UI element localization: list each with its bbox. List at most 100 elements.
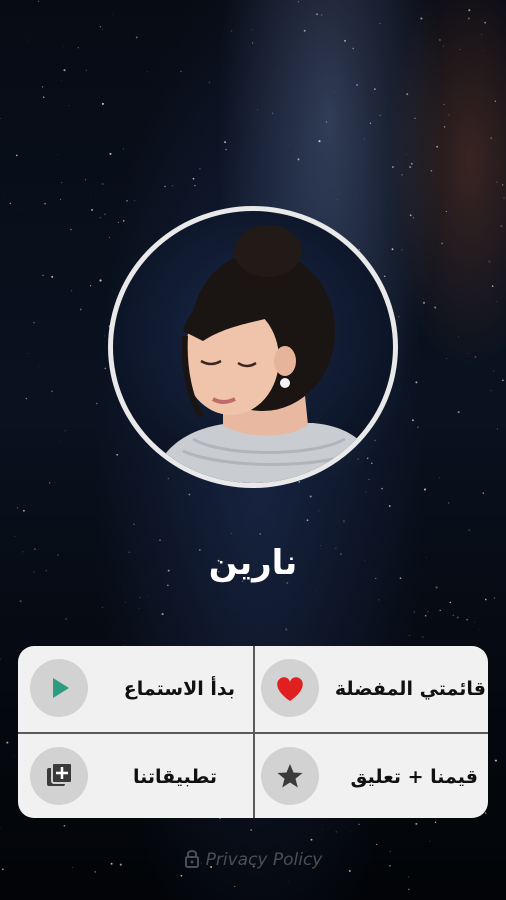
- star: [447, 502, 449, 504]
- star: [49, 482, 51, 484]
- start-listening-label: بدأ الاستماع: [123, 678, 235, 700]
- star: [452, 614, 454, 616]
- star: [374, 88, 376, 90]
- star: [133, 523, 135, 525]
- star: [375, 843, 378, 846]
- star: [199, 168, 201, 170]
- star: [271, 112, 274, 115]
- star: [494, 100, 497, 103]
- our-apps-button[interactable]: تطبيقاتنا: [18, 734, 253, 818]
- our-apps-label: تطبيقاتنا: [133, 766, 217, 788]
- star: [415, 381, 418, 384]
- star: [481, 34, 482, 36]
- star: [171, 184, 174, 187]
- star: [443, 103, 445, 105]
- my-favorites-label: قائمتي المفضلة: [334, 678, 486, 700]
- star: [101, 102, 104, 105]
- star: [101, 28, 103, 30]
- star: [484, 21, 487, 24]
- star: [496, 301, 498, 302]
- star: [468, 9, 471, 12]
- star: [422, 301, 426, 304]
- star: [230, 533, 232, 534]
- star: [381, 487, 383, 490]
- star: [40, 97, 41, 98]
- lock-icon: [184, 848, 200, 873]
- star: [474, 621, 476, 623]
- star: [474, 356, 477, 358]
- star: [37, 0, 40, 3]
- star: [320, 14, 323, 16]
- my-favorites-button[interactable]: قائمتي المفضلة: [255, 646, 488, 732]
- star: [344, 40, 346, 42]
- star: [493, 370, 495, 372]
- star: [318, 510, 320, 512]
- rate-us-label: قيمنا + تعليق: [350, 766, 478, 788]
- star: [356, 84, 359, 86]
- star: [297, 158, 300, 161]
- star: [388, 505, 391, 507]
- star: [139, 597, 141, 599]
- star: [448, 114, 450, 116]
- star: [397, 316, 400, 318]
- star: [65, 618, 68, 621]
- star: [90, 196, 92, 198]
- star: [257, 109, 258, 111]
- star: [192, 177, 195, 180]
- star: [0, 658, 1, 660]
- star: [42, 96, 45, 99]
- star: [21, 208, 22, 209]
- star: [500, 225, 503, 228]
- star: [439, 609, 441, 612]
- star: [414, 117, 416, 119]
- star: [412, 401, 414, 403]
- star: [79, 308, 82, 311]
- star: [411, 419, 414, 422]
- star: [410, 162, 413, 165]
- star: [19, 600, 22, 603]
- star: [51, 390, 53, 393]
- star: [219, 817, 221, 820]
- star: [250, 829, 252, 831]
- star: [134, 200, 136, 201]
- star: [259, 533, 261, 535]
- start-listening-button[interactable]: بدأ الاستماع: [18, 646, 253, 732]
- star: [0, 118, 2, 120]
- star: [161, 613, 164, 616]
- star: [67, 104, 70, 106]
- star: [401, 174, 403, 176]
- star: [358, 823, 360, 826]
- star: [457, 411, 460, 414]
- star: [436, 145, 439, 148]
- star: [342, 520, 345, 523]
- star: [482, 492, 485, 494]
- rate-us-button[interactable]: قيمنا + تعليق: [255, 734, 488, 818]
- star: [44, 370, 46, 372]
- star: [429, 840, 431, 842]
- star: [101, 606, 103, 608]
- star: [408, 876, 410, 878]
- star: [310, 838, 313, 841]
- star: [251, 29, 253, 30]
- star: [420, 17, 423, 20]
- star: [488, 260, 491, 263]
- star: [503, 197, 505, 199]
- star: [502, 379, 504, 382]
- star: [180, 874, 183, 877]
- star: [434, 306, 437, 309]
- avatar-portrait: [153, 225, 381, 483]
- star: [42, 274, 44, 277]
- star: [14, 536, 16, 538]
- star: [58, 383, 59, 384]
- star-icon: [261, 747, 319, 805]
- star: [491, 285, 494, 287]
- star: [64, 430, 66, 432]
- privacy-policy-link[interactable]: Privacy Policy: [0, 848, 506, 873]
- star: [6, 741, 9, 744]
- star: [306, 519, 309, 522]
- star: [484, 598, 487, 601]
- star: [104, 335, 106, 337]
- star: [434, 821, 437, 824]
- star: [401, 249, 403, 251]
- star: [102, 183, 104, 185]
